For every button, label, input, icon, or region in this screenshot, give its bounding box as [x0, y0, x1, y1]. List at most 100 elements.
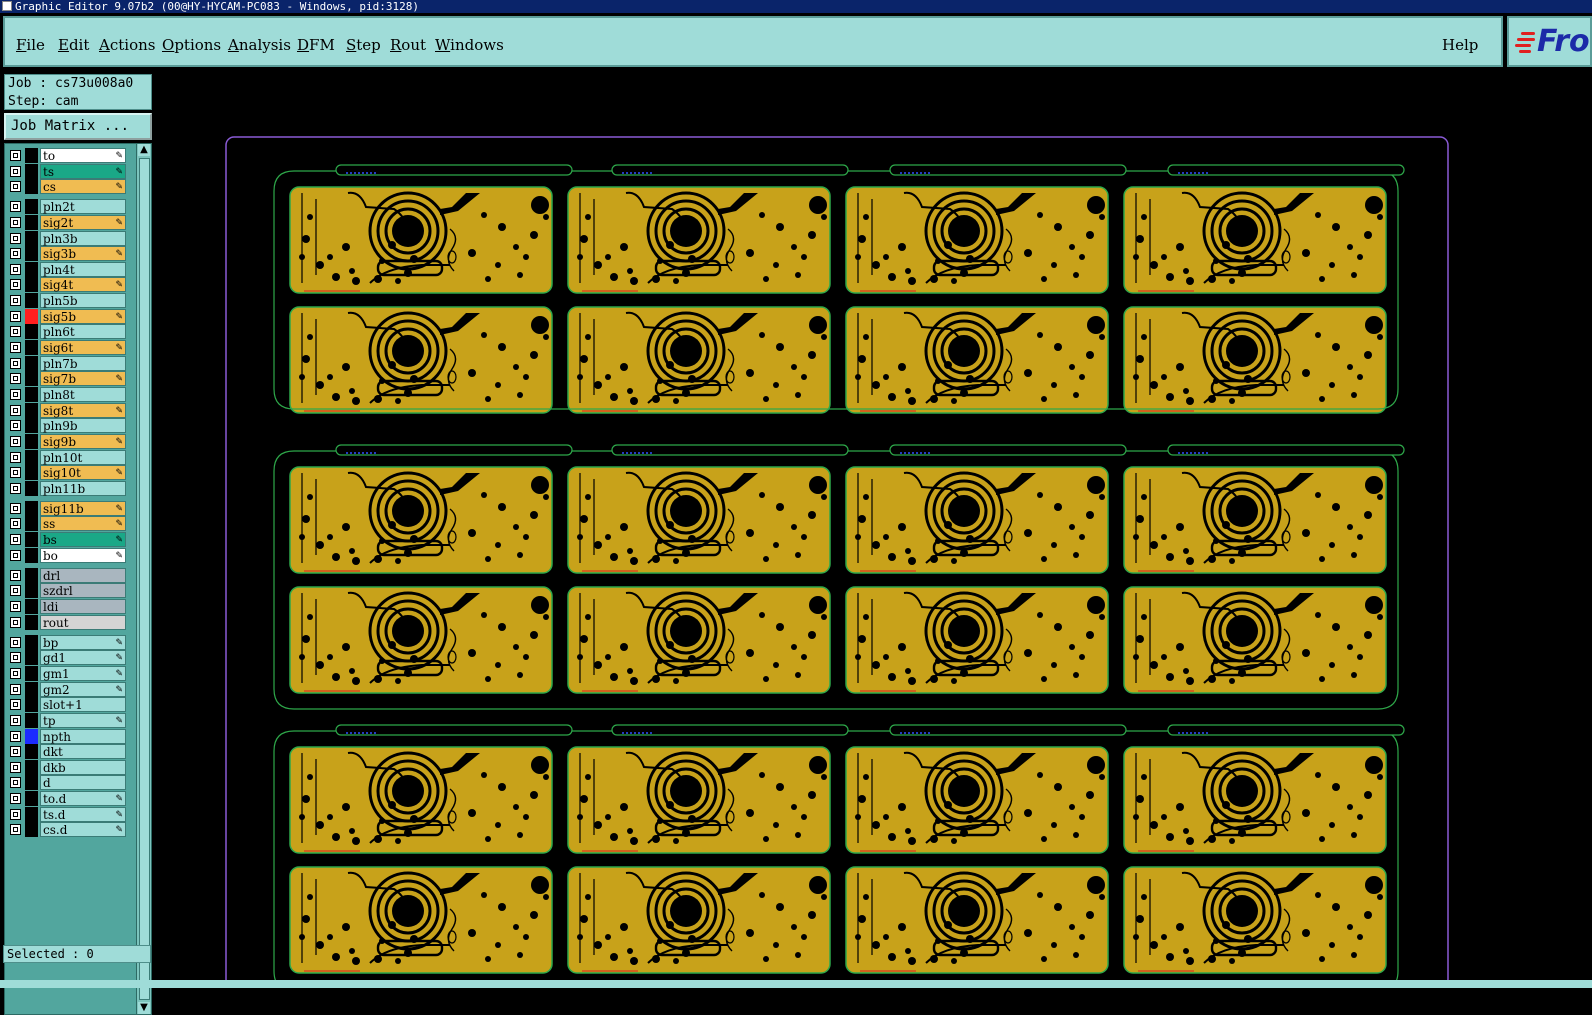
- layer-checkbox[interactable]: [10, 518, 21, 530]
- layer-name[interactable]: cs.d ✎: [40, 822, 126, 838]
- layer-row-to[interactable]: to ✎: [7, 148, 127, 163]
- layer-name[interactable]: bs ✎: [40, 532, 126, 548]
- layer-name[interactable]: pln10t: [40, 449, 126, 465]
- layer-color-marker[interactable]: [25, 712, 38, 728]
- layer-color-marker[interactable]: [25, 665, 38, 681]
- layer-checkbox[interactable]: [10, 263, 21, 275]
- layer-row-sig7b[interactable]: sig7b ✎: [7, 371, 127, 387]
- scrollbar-thumb[interactable]: [139, 158, 150, 1000]
- layer-checkbox[interactable]: [10, 502, 21, 514]
- layer-checkbox[interactable]: [10, 569, 21, 581]
- layer-row-gm2[interactable]: gm2 ✎: [7, 681, 127, 697]
- layer-row-drl[interactable]: drl: [7, 567, 127, 583]
- layer-color-marker[interactable]: [25, 775, 38, 791]
- layer-color-marker[interactable]: [25, 791, 38, 807]
- layer-color-marker[interactable]: [25, 433, 38, 449]
- layer-row-rout[interactable]: rout: [7, 614, 127, 630]
- layer-checkbox[interactable]: [10, 667, 21, 679]
- layer-row-npth[interactable]: npth: [7, 728, 127, 744]
- layer-name[interactable]: sig4t ✎: [40, 277, 126, 293]
- layer-checkbox[interactable]: [10, 714, 21, 726]
- layer-name[interactable]: bo ✎: [40, 547, 126, 563]
- layer-name[interactable]: pln7b: [40, 355, 126, 371]
- layer-row-slot+1[interactable]: slot+1: [7, 697, 127, 713]
- layer-name[interactable]: pln6t: [40, 324, 126, 340]
- menu-analysis[interactable]: Analysis: [228, 36, 291, 54]
- layer-checkbox[interactable]: [10, 482, 21, 494]
- layer-name[interactable]: bp ✎: [40, 634, 126, 650]
- layer-row-pln8t[interactable]: pln8t: [7, 386, 127, 402]
- layer-name[interactable]: d: [40, 775, 126, 791]
- layer-row-pln9b[interactable]: pln9b: [7, 418, 127, 434]
- layer-color-marker[interactable]: [25, 567, 38, 583]
- layer-checkbox[interactable]: [10, 824, 21, 836]
- layer-row-bo[interactable]: bo ✎: [7, 547, 127, 563]
- layer-checkbox[interactable]: [10, 585, 21, 597]
- layer-color-marker[interactable]: [25, 163, 38, 179]
- layer-row-cs[interactable]: cs ✎: [7, 179, 127, 195]
- layer-name[interactable]: ldi: [40, 599, 126, 615]
- layer-name[interactable]: sig9b ✎: [40, 433, 126, 449]
- layer-checkbox[interactable]: [10, 373, 21, 385]
- layer-row-sig2t[interactable]: sig2t ✎: [7, 214, 127, 230]
- layer-name[interactable]: ts.d ✎: [40, 806, 126, 822]
- layer-color-marker[interactable]: [25, 614, 38, 630]
- layer-color-marker[interactable]: [25, 402, 38, 418]
- layer-color-marker[interactable]: [25, 822, 38, 838]
- menu-step[interactable]: Step: [346, 36, 381, 54]
- layer-name[interactable]: sig7b ✎: [40, 371, 126, 387]
- layer-row-gm1[interactable]: gm1 ✎: [7, 665, 127, 681]
- layer-color-marker[interactable]: [25, 386, 38, 402]
- menu-dfm[interactable]: DFM: [297, 36, 335, 54]
- layer-row-sig8t[interactable]: sig8t ✎: [7, 402, 127, 418]
- layer-name[interactable]: gm2 ✎: [40, 681, 126, 697]
- layer-row-bp[interactable]: bp ✎: [7, 634, 127, 650]
- layer-checkbox[interactable]: [10, 467, 21, 479]
- app-icon[interactable]: [2, 1, 12, 11]
- layer-color-marker[interactable]: [25, 179, 38, 195]
- layer-name[interactable]: pln11b: [40, 480, 126, 496]
- layer-name[interactable]: ts ✎: [40, 163, 126, 179]
- layer-checkbox[interactable]: [10, 279, 21, 291]
- layer-checkbox[interactable]: [10, 730, 21, 742]
- arrow-down-icon[interactable]: ▼: [138, 1002, 150, 1014]
- menu-actions[interactable]: Actions: [99, 36, 155, 54]
- menu-rout[interactable]: Rout: [390, 36, 426, 54]
- layer-color-marker[interactable]: [25, 230, 38, 246]
- layer-color-marker[interactable]: [25, 516, 38, 532]
- layer-checkbox[interactable]: [10, 232, 21, 244]
- layer-color-marker[interactable]: [25, 340, 38, 356]
- layer-checkbox[interactable]: [10, 683, 21, 695]
- layer-checkbox[interactable]: [10, 165, 21, 177]
- layer-checkbox[interactable]: [10, 420, 21, 432]
- layer-color-marker[interactable]: [25, 697, 38, 713]
- layer-color-marker[interactable]: [25, 532, 38, 548]
- layer-name[interactable]: slot+1: [40, 697, 126, 713]
- layer-checkbox[interactable]: [10, 601, 21, 613]
- layer-row-sig6t[interactable]: sig6t ✎: [7, 340, 127, 356]
- layer-row-pln2t[interactable]: pln2t: [7, 199, 127, 215]
- layer-color-marker[interactable]: [25, 148, 38, 163]
- layer-row-dkt[interactable]: dkt: [7, 744, 127, 760]
- layer-name[interactable]: pln8t: [40, 386, 126, 402]
- layer-color-marker[interactable]: [25, 759, 38, 775]
- layer-row-sig10t[interactable]: sig10t ✎: [7, 465, 127, 481]
- layer-row-szdrl[interactable]: szdrl: [7, 583, 127, 599]
- layer-name[interactable]: gm1 ✎: [40, 665, 126, 681]
- layer-checkbox[interactable]: [10, 636, 21, 648]
- layer-name[interactable]: pln3b: [40, 230, 126, 246]
- layer-checkbox[interactable]: [10, 549, 21, 561]
- layer-checkbox[interactable]: [10, 181, 21, 193]
- layer-row-ts[interactable]: ts ✎: [7, 163, 127, 179]
- layer-row-pln6t[interactable]: pln6t: [7, 324, 127, 340]
- layer-checkbox[interactable]: [10, 342, 21, 354]
- layer-checkbox[interactable]: [10, 746, 21, 758]
- layer-checkbox[interactable]: [10, 201, 21, 213]
- layer-color-marker[interactable]: [25, 806, 38, 822]
- layer-checkbox[interactable]: [10, 216, 21, 228]
- layer-row-ldi[interactable]: ldi: [7, 599, 127, 615]
- layer-checkbox[interactable]: [10, 451, 21, 463]
- pcb-panel-view[interactable]: [156, 71, 1592, 980]
- layer-row-pln4t[interactable]: pln4t: [7, 261, 127, 277]
- layer-checkbox[interactable]: [10, 761, 21, 773]
